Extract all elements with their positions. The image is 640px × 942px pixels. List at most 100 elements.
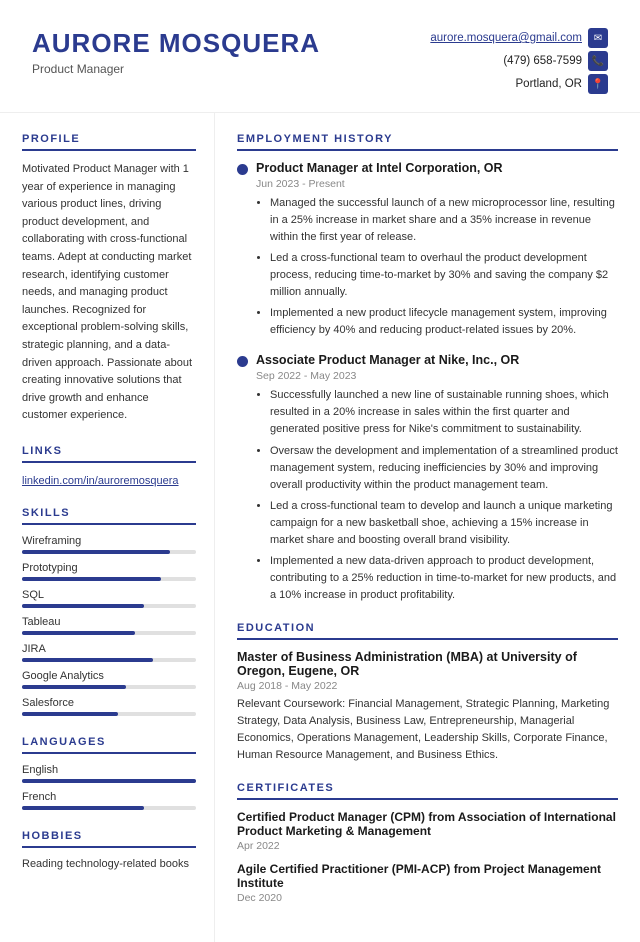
email-text[interactable]: aurore.mosquera@gmail.com bbox=[430, 32, 582, 44]
language-bar-fill bbox=[22, 779, 196, 783]
skill-name: JIRA bbox=[22, 643, 196, 655]
skill-item: Salesforce bbox=[22, 697, 196, 716]
links-title: LINKS bbox=[22, 445, 196, 463]
job-bullet: Implemented a new product lifecycle mana… bbox=[270, 305, 618, 339]
languages-list: English French bbox=[22, 764, 196, 810]
links-section: LINKS linkedin.com/in/auroremosquera bbox=[22, 445, 196, 487]
job-dot bbox=[237, 356, 248, 367]
hobbies-section: HOBBIES Reading technology-related books bbox=[22, 830, 196, 870]
language-item: English bbox=[22, 764, 196, 783]
job-entry: Associate Product Manager at Nike, Inc.,… bbox=[237, 353, 618, 604]
cert-title: Agile Certified Practitioner (PMI-ACP) f… bbox=[237, 862, 618, 890]
profile-text: Motivated Product Manager with 1 year of… bbox=[22, 161, 196, 425]
language-item: French bbox=[22, 791, 196, 810]
job-bullet: Led a cross-functional team to develop a… bbox=[270, 498, 618, 549]
skill-bar-fill bbox=[22, 685, 126, 689]
skill-item: JIRA bbox=[22, 643, 196, 662]
email-row: aurore.mosquera@gmail.com ✉ bbox=[430, 28, 608, 48]
hobbies-text: Reading technology-related books bbox=[22, 858, 196, 870]
education-title: EDUCATION bbox=[237, 622, 618, 640]
profile-section: PROFILE Motivated Product Manager with 1… bbox=[22, 133, 196, 425]
skill-bar-bg bbox=[22, 685, 196, 689]
location-row: Portland, OR 📍 bbox=[516, 74, 608, 94]
education-section: EDUCATION Master of Business Administrat… bbox=[237, 622, 618, 764]
skill-bar-bg bbox=[22, 712, 196, 716]
candidate-title: Product Manager bbox=[32, 62, 320, 76]
job-title: Product Manager at Intel Corporation, OR bbox=[256, 161, 503, 175]
skill-name: SQL bbox=[22, 589, 196, 601]
body: PROFILE Motivated Product Manager with 1… bbox=[0, 113, 640, 942]
skill-item: Google Analytics bbox=[22, 670, 196, 689]
skill-item: SQL bbox=[22, 589, 196, 608]
language-name: French bbox=[22, 791, 196, 803]
job-bullet: Successfully launched a new line of sust… bbox=[270, 387, 618, 438]
skill-bar-fill bbox=[22, 712, 118, 716]
skill-bar-bg bbox=[22, 631, 196, 635]
certificates-section: CERTIFICATES Certified Product Manager (… bbox=[237, 782, 618, 904]
phone-row: (479) 658-7599 📞 bbox=[503, 51, 608, 71]
skill-item: Wireframing bbox=[22, 535, 196, 554]
edu-degree: Master of Business Administration (MBA) … bbox=[237, 650, 618, 678]
language-name: English bbox=[22, 764, 196, 776]
language-bar-fill bbox=[22, 806, 144, 810]
header: AURORE MOSQUERA Product Manager aurore.m… bbox=[0, 0, 640, 113]
job-bullet: Implemented a new data-driven approach t… bbox=[270, 553, 618, 604]
skill-bar-fill bbox=[22, 577, 161, 581]
skill-bar-bg bbox=[22, 550, 196, 554]
hobbies-title: HOBBIES bbox=[22, 830, 196, 848]
location-icon: 📍 bbox=[588, 74, 608, 94]
job-dates: Sep 2022 - May 2023 bbox=[256, 370, 618, 382]
profile-title: PROFILE bbox=[22, 133, 196, 151]
skills-list: Wireframing Prototyping SQL Tableau JIRA… bbox=[22, 535, 196, 716]
skill-name: Tableau bbox=[22, 616, 196, 628]
skill-name: Google Analytics bbox=[22, 670, 196, 682]
skill-bar-bg bbox=[22, 658, 196, 662]
header-left: AURORE MOSQUERA Product Manager bbox=[32, 28, 320, 76]
skill-item: Prototyping bbox=[22, 562, 196, 581]
skill-bar-bg bbox=[22, 577, 196, 581]
cert-date: Apr 2022 bbox=[237, 840, 618, 852]
skill-bar-fill bbox=[22, 658, 153, 662]
languages-section: LANGUAGES English French bbox=[22, 736, 196, 810]
skills-section: SKILLS Wireframing Prototyping SQL Table… bbox=[22, 507, 196, 716]
phone-text: (479) 658-7599 bbox=[503, 55, 582, 67]
languages-title: LANGUAGES bbox=[22, 736, 196, 754]
skill-item: Tableau bbox=[22, 616, 196, 635]
job-bullet: Oversaw the development and implementati… bbox=[270, 443, 618, 494]
skill-name: Wireframing bbox=[22, 535, 196, 547]
cert-entry: Agile Certified Practitioner (PMI-ACP) f… bbox=[237, 862, 618, 904]
phone-icon: 📞 bbox=[588, 51, 608, 71]
cert-date: Dec 2020 bbox=[237, 892, 618, 904]
header-right: aurore.mosquera@gmail.com ✉ (479) 658-75… bbox=[430, 28, 608, 94]
language-bar-bg bbox=[22, 806, 196, 810]
job-header: Product Manager at Intel Corporation, OR bbox=[237, 161, 618, 175]
skill-bar-bg bbox=[22, 604, 196, 608]
skill-bar-fill bbox=[22, 604, 144, 608]
linkedin-link[interactable]: linkedin.com/in/auroremosquera bbox=[22, 475, 179, 487]
job-dot bbox=[237, 164, 248, 175]
edu-coursework: Relevant Coursework: Financial Managemen… bbox=[237, 696, 618, 764]
left-column: PROFILE Motivated Product Manager with 1… bbox=[0, 113, 215, 942]
resume-container: AURORE MOSQUERA Product Manager aurore.m… bbox=[0, 0, 640, 942]
language-bar-bg bbox=[22, 779, 196, 783]
jobs-list: Product Manager at Intel Corporation, OR… bbox=[237, 161, 618, 604]
skill-name: Salesforce bbox=[22, 697, 196, 709]
job-bullet: Managed the successful launch of a new m… bbox=[270, 195, 618, 246]
email-icon: ✉ bbox=[588, 28, 608, 48]
job-dates: Jun 2023 - Present bbox=[256, 178, 618, 190]
right-column: EMPLOYMENT HISTORY Product Manager at In… bbox=[215, 113, 640, 942]
job-bullets: Successfully launched a new line of sust… bbox=[256, 387, 618, 604]
job-bullet: Led a cross-functional team to overhaul … bbox=[270, 250, 618, 301]
location-text: Portland, OR bbox=[516, 78, 582, 90]
job-title: Associate Product Manager at Nike, Inc.,… bbox=[256, 353, 519, 367]
skills-title: SKILLS bbox=[22, 507, 196, 525]
skill-bar-fill bbox=[22, 631, 135, 635]
skill-bar-fill bbox=[22, 550, 170, 554]
skill-name: Prototyping bbox=[22, 562, 196, 574]
employment-title: EMPLOYMENT HISTORY bbox=[237, 133, 618, 151]
job-entry: Product Manager at Intel Corporation, OR… bbox=[237, 161, 618, 339]
edu-dates: Aug 2018 - May 2022 bbox=[237, 680, 618, 692]
job-bullets: Managed the successful launch of a new m… bbox=[256, 195, 618, 339]
job-header: Associate Product Manager at Nike, Inc.,… bbox=[237, 353, 618, 367]
certs-list: Certified Product Manager (CPM) from Ass… bbox=[237, 810, 618, 904]
